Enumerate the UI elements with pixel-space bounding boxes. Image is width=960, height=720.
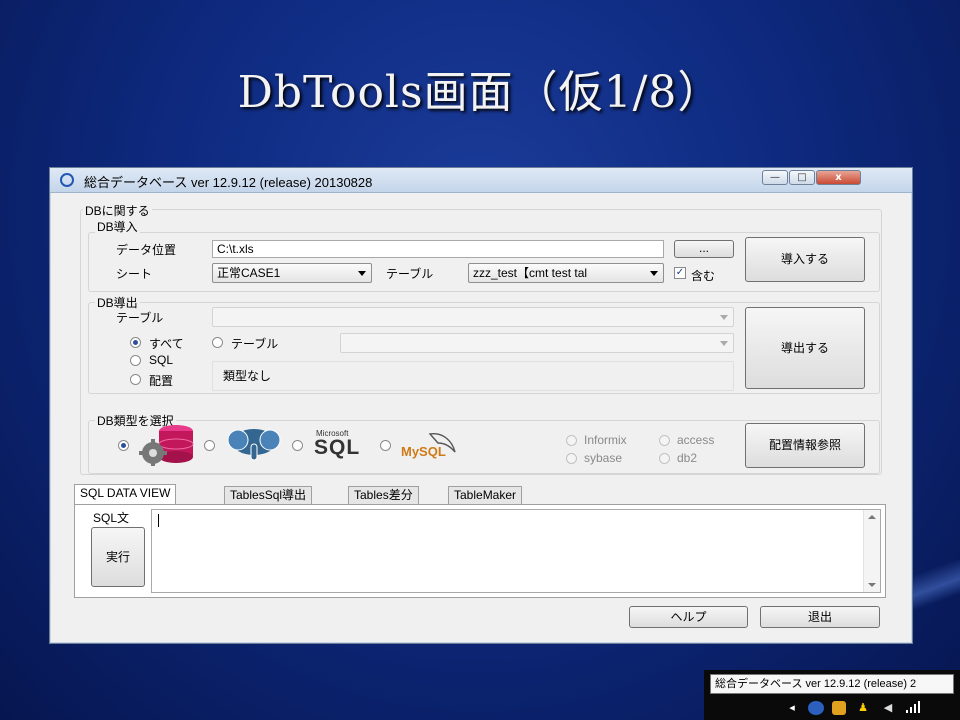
minimize-button[interactable]: — — [762, 170, 788, 185]
radio-export-all[interactable] — [130, 337, 141, 348]
radio-export-table[interactable] — [212, 337, 223, 348]
database-gear-icon — [139, 425, 194, 467]
sqlserver-logo[interactable]: Microsoft SQL — [312, 429, 372, 462]
exit-button[interactable]: 退出 — [760, 606, 880, 628]
sql-label: SQL文 — [93, 511, 130, 525]
radio-export-table-label: テーブル — [231, 337, 279, 351]
radio-postgresql[interactable] — [204, 440, 215, 451]
sql-scrollbar[interactable] — [863, 510, 880, 592]
radio-export-config[interactable] — [130, 374, 141, 385]
app-logo-icon — [60, 173, 74, 187]
radio-oracle[interactable] — [118, 440, 129, 451]
radio-sqlserver[interactable] — [292, 440, 303, 451]
close-button[interactable]: x — [816, 170, 861, 185]
radio-export-sql[interactable] — [130, 355, 141, 366]
data-location-input[interactable]: C:\t.xls — [212, 240, 664, 258]
import-table-value: zzz_test【cmt test tal — [473, 266, 588, 280]
import-button[interactable]: 導入する — [745, 237, 865, 282]
scroll-down-icon[interactable] — [868, 583, 876, 587]
export-button[interactable]: 導出する — [745, 307, 865, 389]
chevron-down-icon — [720, 315, 728, 320]
sqlserver-big-text: SQL — [314, 436, 361, 459]
tray-expand-icon[interactable]: ◂ — [786, 700, 798, 716]
type-display-text: 類型なし — [223, 369, 272, 383]
app-window: 総合データベース ver 12.9.12 (release) 20130828 … — [49, 167, 913, 644]
import-legend: DB導入 — [95, 218, 140, 235]
sheet-select-value: 正常CASE1 — [217, 266, 281, 280]
signal-bars-icon — [906, 701, 920, 713]
include-checkbox[interactable]: ✓ — [674, 267, 686, 279]
import-table-label: テーブル — [386, 267, 434, 281]
oracle-logo[interactable] — [136, 424, 198, 467]
tab-tablessql-export[interactable]: TablesSql導出 — [224, 486, 313, 504]
sheet-label: シート — [116, 267, 153, 281]
export-table-select-2[interactable] — [340, 333, 734, 353]
tab-tables-diff[interactable]: Tables差分 — [348, 486, 419, 504]
chevron-down-icon — [720, 341, 728, 346]
chevron-down-icon — [650, 271, 658, 276]
import-table-select[interactable]: zzz_test【cmt test tal — [468, 263, 664, 283]
app-tray-icon[interactable] — [808, 701, 824, 715]
execute-button[interactable]: 実行 — [91, 527, 145, 587]
sql-text-cursor — [158, 514, 159, 527]
db-group-legend: DBに関する — [83, 202, 152, 219]
help-button[interactable]: ヘルプ — [629, 606, 748, 628]
browse-button[interactable]: ... — [674, 240, 734, 258]
mysql-logo[interactable]: MySQL — [400, 430, 460, 462]
sql-textarea[interactable] — [151, 509, 881, 593]
maximize-button[interactable]: □ — [789, 170, 815, 185]
db2-label: db2 — [677, 451, 698, 465]
postgresql-logo[interactable] — [224, 426, 284, 462]
sheet-select[interactable]: 正常CASE1 — [212, 263, 372, 283]
informix-label: Informix — [584, 433, 627, 447]
export-table-select[interactable] — [212, 307, 734, 327]
radio-export-all-label: すべて — [149, 337, 184, 351]
radio-informix[interactable] — [566, 435, 577, 446]
type-display: 類型なし — [212, 361, 734, 391]
scroll-up-icon[interactable] — [868, 515, 876, 519]
sql-panel: SQL文 実行 — [74, 504, 886, 598]
taskbar-tooltip: 総合データベース ver 12.9.12 (release) 2 — [710, 674, 954, 694]
config-info-button[interactable]: 配置情報参照 — [745, 423, 865, 468]
sybase-label: sybase — [584, 451, 623, 465]
include-label: 含む — [691, 269, 716, 283]
export-table-label: テーブル — [116, 311, 164, 325]
qq-tray-icon[interactable]: ♟ — [856, 700, 870, 716]
radio-db2[interactable] — [659, 453, 670, 464]
elephant-icon — [227, 429, 281, 461]
slide-title: DbTools画面（仮1/8） — [237, 67, 723, 118]
radio-mysql[interactable] — [380, 440, 391, 451]
tab-sql-data-view[interactable]: SQL DATA VIEW — [74, 484, 177, 504]
window-title: 総合データベース ver 12.9.12 (release) 20130828 — [84, 175, 373, 190]
taskbar: 総合データベース ver 12.9.12 (release) 2 ◂ ♟ ◀ — [704, 670, 960, 720]
radio-export-config-label: 配置 — [149, 374, 174, 388]
clock-tray-icon[interactable] — [832, 701, 846, 715]
data-location-label: データ位置 — [116, 243, 177, 257]
chevron-down-icon — [358, 271, 366, 276]
radio-export-sql-label: SQL — [149, 353, 174, 367]
network-signal-icon[interactable] — [904, 700, 922, 716]
window-titlebar[interactable]: 総合データベース ver 12.9.12 (release) 20130828 … — [50, 168, 912, 193]
radio-sybase[interactable] — [566, 453, 577, 464]
mysql-text: MySQL — [401, 444, 446, 459]
radio-access[interactable] — [659, 435, 670, 446]
access-label: access — [677, 433, 715, 447]
speaker-muted-icon[interactable]: ◀ — [880, 700, 896, 716]
tab-tablemaker[interactable]: TableMaker — [448, 486, 523, 504]
